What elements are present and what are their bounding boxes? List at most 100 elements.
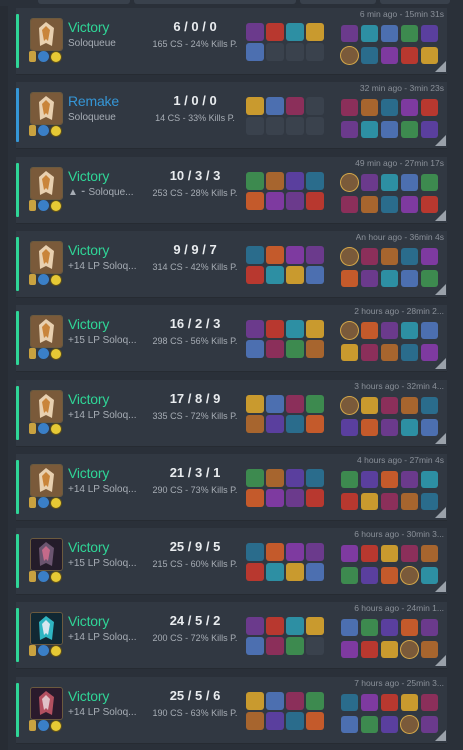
participant-champion-icon[interactable]: [361, 121, 378, 139]
item-icon[interactable]: [286, 711, 304, 730]
expand-details-icon[interactable]: [435, 358, 446, 370]
item-icon[interactable]: [306, 468, 324, 487]
participant-champion-icon[interactable]: [341, 344, 358, 362]
item-icon[interactable]: [286, 171, 304, 190]
item-icon[interactable]: [246, 171, 264, 190]
item-icon[interactable]: [286, 340, 304, 359]
item-icon[interactable]: [306, 245, 324, 264]
item-icon[interactable]: [266, 265, 284, 284]
top-tab[interactable]: [134, 0, 296, 4]
participant-champion-icon[interactable]: [401, 619, 418, 637]
item-icon[interactable]: [286, 245, 304, 264]
participant-champion-icon[interactable]: [421, 693, 438, 711]
player-champion-icon[interactable]: [401, 567, 418, 585]
item-icon[interactable]: [286, 97, 304, 116]
item-icon[interactable]: [286, 394, 304, 413]
champion-portrait-icon[interactable]: [30, 18, 63, 51]
participant-champion-icon[interactable]: [341, 195, 358, 213]
match-row[interactable]: Victory ▲ ⁃ Soloque... 10 / 3 / 3 253 CS…: [16, 156, 447, 224]
item-icon[interactable]: [266, 97, 284, 116]
participant-champion-icon[interactable]: [361, 25, 378, 42]
empty-item-slot[interactable]: [306, 97, 324, 116]
empty-item-slot[interactable]: [306, 43, 324, 61]
match-row[interactable]: Victory +14 LP Soloq... 9 / 9 / 7 314 CS…: [16, 230, 447, 298]
participant-champion-icon[interactable]: [361, 269, 378, 287]
participant-champion-icon[interactable]: [401, 247, 418, 265]
player-champion-icon[interactable]: [341, 322, 358, 340]
participant-champion-icon[interactable]: [381, 396, 398, 414]
item-icon[interactable]: [246, 265, 264, 284]
item-icon[interactable]: [246, 468, 264, 487]
participant-champion-icon[interactable]: [401, 25, 418, 42]
participant-champion-icon[interactable]: [381, 693, 398, 711]
item-icon[interactable]: [246, 245, 264, 264]
participant-champion-icon[interactable]: [401, 173, 418, 191]
item-icon[interactable]: [266, 617, 284, 636]
champion-portrait-icon[interactable]: [30, 315, 63, 349]
participant-champion-icon[interactable]: [341, 269, 358, 287]
participant-champion-icon[interactable]: [361, 322, 378, 340]
participant-champion-icon[interactable]: [341, 567, 358, 585]
item-icon[interactable]: [246, 563, 264, 582]
item-icon[interactable]: [266, 340, 284, 359]
match-row[interactable]: Victory +14 LP Soloq... 21 / 3 / 1 290 C…: [16, 453, 447, 521]
item-icon[interactable]: [286, 563, 304, 582]
participant-champion-icon[interactable]: [381, 545, 398, 563]
champion-portrait-icon[interactable]: [30, 463, 63, 497]
participant-champion-icon[interactable]: [401, 269, 418, 287]
item-icon[interactable]: [266, 691, 284, 710]
item-icon[interactable]: [286, 414, 304, 433]
item-icon[interactable]: [306, 711, 324, 730]
expand-details-icon[interactable]: [435, 283, 446, 295]
participant-champion-icon[interactable]: [381, 247, 398, 265]
participant-champion-icon[interactable]: [401, 195, 418, 213]
player-champion-icon[interactable]: [401, 641, 418, 659]
participant-champion-icon[interactable]: [401, 121, 418, 139]
participant-champion-icon[interactable]: [381, 322, 398, 340]
item-icon[interactable]: [266, 171, 284, 190]
item-icon[interactable]: [246, 414, 264, 433]
participant-champion-icon[interactable]: [401, 344, 418, 362]
item-icon[interactable]: [286, 23, 304, 41]
item-icon[interactable]: [246, 543, 264, 562]
participant-champion-icon[interactable]: [421, 322, 438, 340]
item-icon[interactable]: [266, 563, 284, 582]
match-row[interactable]: Victory Soloqueue 6 / 0 / 0 165 CS - 24%…: [16, 8, 447, 75]
item-icon[interactable]: [266, 711, 284, 730]
expand-details-icon[interactable]: [435, 432, 446, 444]
empty-item-slot[interactable]: [306, 637, 324, 656]
item-icon[interactable]: [246, 488, 264, 507]
item-icon[interactable]: [266, 543, 284, 562]
empty-item-slot[interactable]: [246, 117, 264, 136]
expand-details-icon[interactable]: [435, 729, 446, 741]
champion-portrait-icon[interactable]: [30, 686, 63, 720]
expand-details-icon[interactable]: [435, 655, 446, 667]
participant-champion-icon[interactable]: [421, 247, 438, 265]
empty-item-slot[interactable]: [286, 117, 304, 136]
participant-champion-icon[interactable]: [401, 545, 418, 563]
item-icon[interactable]: [306, 563, 324, 582]
expand-details-icon[interactable]: [435, 581, 446, 593]
item-icon[interactable]: [246, 340, 264, 359]
item-icon[interactable]: [286, 691, 304, 710]
participant-champion-icon[interactable]: [341, 470, 358, 488]
participant-champion-icon[interactable]: [381, 269, 398, 287]
top-tab[interactable]: [300, 0, 376, 4]
participant-champion-icon[interactable]: [401, 470, 418, 488]
item-icon[interactable]: [286, 543, 304, 562]
item-icon[interactable]: [286, 265, 304, 284]
item-icon[interactable]: [246, 191, 264, 210]
item-icon[interactable]: [246, 617, 264, 636]
participant-champion-icon[interactable]: [381, 715, 398, 733]
player-champion-icon[interactable]: [341, 47, 358, 64]
participant-champion-icon[interactable]: [381, 344, 398, 362]
participant-champion-icon[interactable]: [361, 641, 378, 659]
participant-champion-icon[interactable]: [381, 567, 398, 585]
top-tab[interactable]: [38, 0, 130, 4]
participant-champion-icon[interactable]: [421, 99, 438, 117]
match-row[interactable]: Victory +15 LP Soloq... 25 / 9 / 5 215 C…: [16, 528, 447, 596]
item-icon[interactable]: [246, 23, 264, 41]
participant-champion-icon[interactable]: [361, 567, 378, 585]
participant-champion-icon[interactable]: [361, 247, 378, 265]
item-icon[interactable]: [286, 468, 304, 487]
